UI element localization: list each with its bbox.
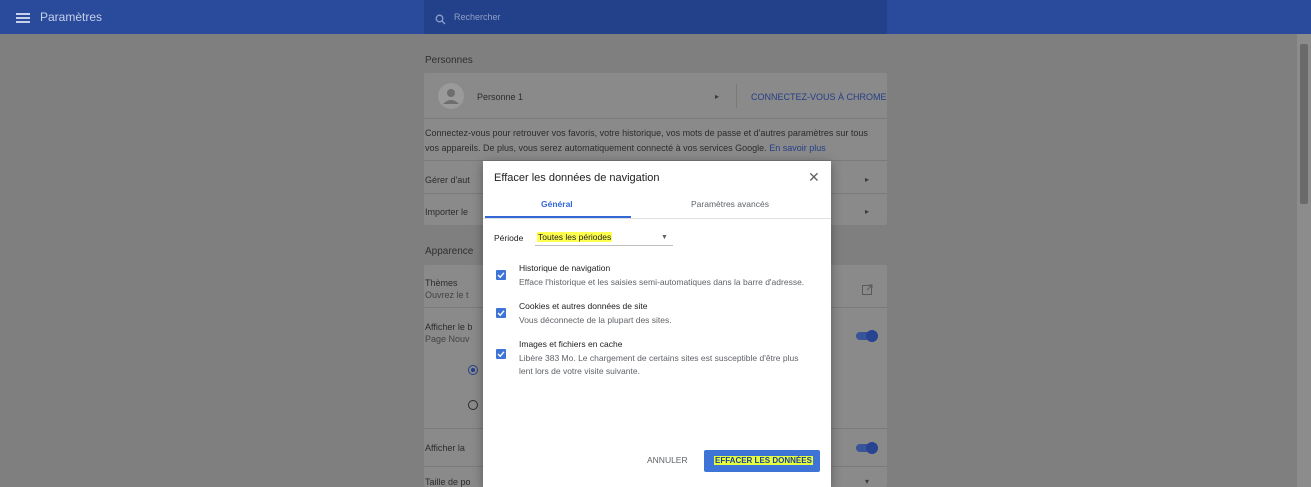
cookies-desc: Vous déconnecte de la plupart des sites. [519,315,672,325]
show-bookmarks-label: Afficher la [425,443,465,453]
avatar [438,83,464,109]
scrollbar-thumb[interactable] [1300,44,1308,204]
history-desc: Efface l'historique et les saisies semi-… [519,277,805,287]
radio-custom[interactable] [468,400,478,410]
cookies-title: Cookies et autres données de site [519,301,648,311]
cache-title: Images et fichiers en cache [519,339,623,349]
font-size-label: Taille de po [425,477,471,487]
tab-divider [483,218,831,219]
tab-advanced[interactable]: Paramètres avancés [691,199,769,209]
people-description-line2: vos appareils. De plus, vous serez autom… [425,143,826,153]
section-title-people: Personnes [425,55,473,66]
show-home-label: Afficher le b [425,322,473,332]
people-description: Connectez-vous pour retrouver vos favori… [425,128,868,138]
radio-new-tab[interactable] [468,365,478,375]
period-value[interactable]: Toutes les périodes [537,232,613,242]
chevron-down-icon[interactable]: ▼ [661,234,668,241]
section-title-appearance: Apparence [425,246,474,257]
themes-sub: Ouvrez le t [425,290,469,300]
chevron-right-icon[interactable]: ▸ [865,207,869,216]
cache-desc-line2: lent lors de votre visite suivante. [519,366,640,376]
search-icon [435,12,446,25]
vertical-divider [736,84,737,108]
clear-browsing-data-dialog: Effacer les données de navigation ✕ Géné… [483,161,831,487]
learn-more-link[interactable]: En savoir plus [769,143,826,153]
show-bookmarks-toggle[interactable] [856,442,878,454]
dialog-title: Effacer les données de navigation [494,172,660,184]
checkbox-cache[interactable] [496,349,506,359]
checkbox-history[interactable] [496,270,506,280]
chevron-down-icon[interactable]: ▾ [865,477,869,486]
show-home-toggle[interactable] [856,330,878,342]
show-home-sub: Page Nouv [425,334,470,344]
history-title: Historique de navigation [519,263,611,273]
period-label: Période [494,233,524,243]
hamburger-menu-icon[interactable] [16,13,30,23]
tab-general[interactable]: Général [541,199,573,209]
clear-data-button[interactable]: EFFACER LES DONNÉES [704,450,820,472]
cache-desc: Libère 383 Mo. Le chargement de certains… [519,353,799,363]
app-title: Paramètres [40,10,103,24]
close-icon[interactable]: ✕ [808,169,820,186]
external-link-icon[interactable] [862,282,873,300]
chevron-right-icon[interactable]: ▸ [865,175,869,184]
search-input[interactable]: Rechercher [454,12,501,22]
cancel-button[interactable]: ANNULER [647,455,688,465]
checkbox-cookies[interactable] [496,308,506,318]
themes-label: Thèmes [425,278,458,288]
person-name: Personne 1 [477,92,524,102]
manage-others-row[interactable]: Gérer d'aut [425,175,470,185]
chevron-right-icon[interactable]: ▸ [715,92,719,101]
import-row[interactable]: Importer le [425,207,468,217]
clear-data-label: EFFACER LES DONNÉES [714,456,813,465]
connect-chrome-button[interactable]: CONNECTEZ-VOUS À CHROME [751,92,887,102]
divider [424,118,887,119]
